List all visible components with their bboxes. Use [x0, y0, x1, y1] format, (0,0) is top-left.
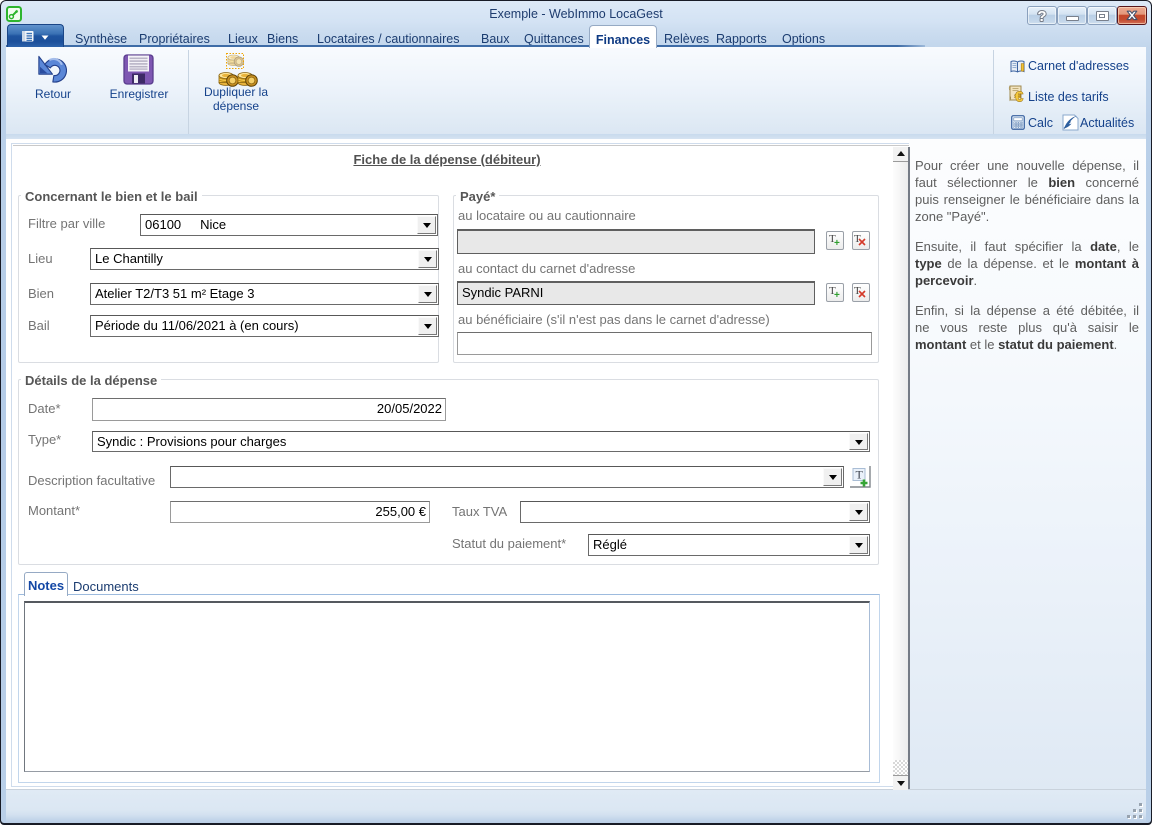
svg-text:?: ?	[1037, 8, 1046, 24]
svg-text:+: +	[834, 290, 840, 299]
svg-text:+: +	[834, 238, 840, 247]
svg-text:€: €	[1015, 89, 1024, 105]
svg-text:T: T	[856, 468, 864, 482]
